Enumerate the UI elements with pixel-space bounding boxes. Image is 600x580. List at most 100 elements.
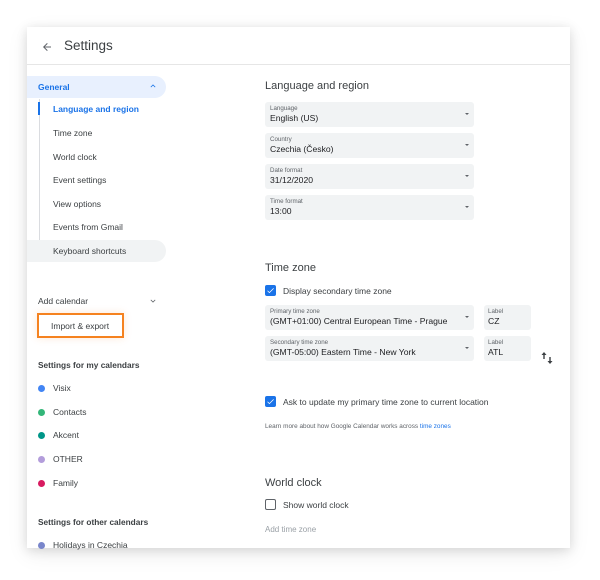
chevron-up-icon (150, 84, 156, 88)
settings-sidebar: General Language and region Time zone Wo… (27, 65, 227, 550)
check-icon (267, 399, 274, 405)
field-label: Language (270, 105, 298, 112)
checkbox-label: Ask to update my primary time zone to cu… (283, 396, 489, 407)
show-world-clock-checkbox[interactable]: Show world clock (265, 499, 349, 510)
field-value: (GMT-05:00) Eastern Time - New York (270, 347, 416, 357)
checkbox-checked[interactable] (265, 285, 276, 296)
dropdown-arrow-icon (465, 347, 469, 349)
calendar-color-dot (38, 431, 45, 439)
time-format-select[interactable]: Time format 13:00 (265, 195, 474, 220)
back-button[interactable] (37, 37, 57, 57)
sidebar-item-label: Add calendar (38, 296, 89, 306)
calendar-color-dot (38, 408, 45, 416)
field-value: CZ (488, 316, 500, 326)
field-label: Primary time zone (270, 308, 320, 315)
field-value: Czechia (Česko) (270, 144, 334, 154)
calendar-label: Akcent (53, 430, 79, 440)
sidebar-item-import-export[interactable]: Import & export (37, 313, 124, 338)
sidebar-item-events-from-gmail[interactable]: Events from Gmail (27, 216, 166, 238)
calendar-label: Visix (53, 383, 71, 393)
calendar-item-akcent[interactable]: Akcent (27, 425, 166, 445)
sidebar-item-language-and-region[interactable]: Language and region (27, 98, 166, 120)
sidebar-item-label: Events from Gmail (53, 222, 123, 232)
calendar-color-dot (38, 384, 45, 392)
sidebar-item-label: View options (53, 199, 102, 209)
sidebar-item-world-clock[interactable]: World clock (27, 146, 166, 168)
ask-update-tz-checkbox[interactable]: Ask to update my primary time zone to cu… (265, 396, 489, 407)
sidebar-item-label: Keyboard shortcuts (53, 246, 127, 256)
calendar-item-other[interactable]: OTHER (27, 449, 166, 469)
language-region-heading: Language and region (265, 80, 369, 92)
sidebar-item-label: General (38, 82, 70, 92)
sidebar-item-time-zone[interactable]: Time zone (27, 122, 166, 144)
sidebar-item-keyboard-shortcuts[interactable]: Keyboard shortcuts (27, 240, 166, 262)
world-clock-heading: World clock (265, 477, 322, 489)
sidebar-item-general[interactable]: General (27, 76, 166, 98)
field-label: Date format (270, 167, 303, 174)
learn-more-prefix: Learn more about how Google Calendar wor… (265, 423, 420, 430)
my-calendars-heading: Settings for my calendars (38, 360, 140, 370)
calendar-color-dot (38, 541, 45, 549)
primary-tz-label-input[interactable]: Label CZ (484, 305, 531, 330)
date-format-select[interactable]: Date format 31/12/2020 (265, 164, 474, 189)
sidebar-item-label: Import & export (51, 320, 110, 331)
secondary-time-zone-select[interactable]: Secondary time zone (GMT-05:00) Eastern … (265, 336, 474, 361)
checkbox-checked[interactable] (265, 396, 276, 407)
field-label: Time format (270, 198, 303, 205)
sidebar-item-label: Language and region (53, 104, 139, 114)
time-zone-heading: Time zone (265, 262, 316, 274)
calendar-item-visix[interactable]: Visix (27, 378, 166, 398)
page-title: Settings (64, 38, 113, 53)
calendar-item-contacts[interactable]: Contacts (27, 402, 166, 422)
calendar-label: OTHER (53, 454, 83, 464)
arrow-left-icon (43, 43, 51, 51)
dropdown-arrow-icon (465, 113, 469, 115)
field-label: Secondary time zone (270, 339, 329, 346)
active-indicator (38, 102, 40, 115)
dropdown-arrow-icon (465, 144, 469, 146)
calendar-label: Contacts (53, 407, 87, 417)
dropdown-arrow-icon (465, 206, 469, 208)
add-time-zone-button[interactable]: Add time zone (265, 525, 316, 534)
calendar-color-dot (38, 455, 45, 463)
sidebar-item-add-calendar[interactable]: Add calendar (27, 291, 166, 311)
dropdown-arrow-icon (465, 175, 469, 177)
field-value: 31/12/2020 (270, 175, 314, 185)
check-icon (267, 288, 274, 294)
time-zones-link[interactable]: time zones (420, 423, 451, 430)
settings-header: Settings (27, 27, 570, 65)
calendar-label: Holidays in Czechia (53, 540, 128, 550)
calendar-item-family[interactable]: Family (27, 473, 166, 493)
settings-window: Settings General Language and region Tim… (27, 27, 570, 550)
sidebar-item-event-settings[interactable]: Event settings (27, 169, 166, 191)
display-secondary-tz-checkbox[interactable]: Display secondary time zone (265, 285, 392, 296)
checkbox-label: Display secondary time zone (283, 285, 392, 296)
language-select[interactable]: Language English (US) (265, 102, 474, 127)
sidebar-item-label: World clock (53, 152, 97, 162)
checkbox-label: Show world clock (283, 499, 349, 510)
chevron-down-icon (150, 299, 156, 303)
sidebar-item-label: Time zone (53, 128, 93, 138)
swap-time-zones-button[interactable] (540, 350, 554, 366)
calendar-item-holidays-in-czechia[interactable]: Holidays in Czechia (27, 535, 166, 555)
secondary-tz-label-input[interactable]: Label ATL (484, 336, 531, 361)
field-label: Label (488, 339, 504, 346)
dropdown-arrow-icon (465, 316, 469, 318)
field-label: Label (488, 308, 504, 315)
checkbox-unchecked[interactable] (265, 499, 276, 510)
field-value: ATL (488, 347, 504, 357)
sidebar-item-view-options[interactable]: View options (27, 193, 166, 215)
learn-more-text: Learn more about how Google Calendar wor… (265, 423, 451, 430)
swap-vertical-icon (541, 352, 553, 364)
country-select[interactable]: Country Czechia (Česko) (265, 133, 474, 158)
calendar-color-dot (38, 479, 45, 487)
field-value: 13:00 (270, 206, 292, 216)
primary-time-zone-select[interactable]: Primary time zone (GMT+01:00) Central Eu… (265, 305, 474, 330)
field-value: (GMT+01:00) Central European Time - Prag… (270, 316, 448, 326)
sidebar-item-label: Event settings (53, 175, 107, 185)
calendar-label: Family (53, 478, 79, 488)
field-label: Country (270, 136, 292, 143)
field-value: English (US) (270, 113, 319, 123)
settings-main: Language and region Language English (US… (265, 65, 565, 548)
other-calendars-heading: Settings for other calendars (38, 517, 149, 527)
